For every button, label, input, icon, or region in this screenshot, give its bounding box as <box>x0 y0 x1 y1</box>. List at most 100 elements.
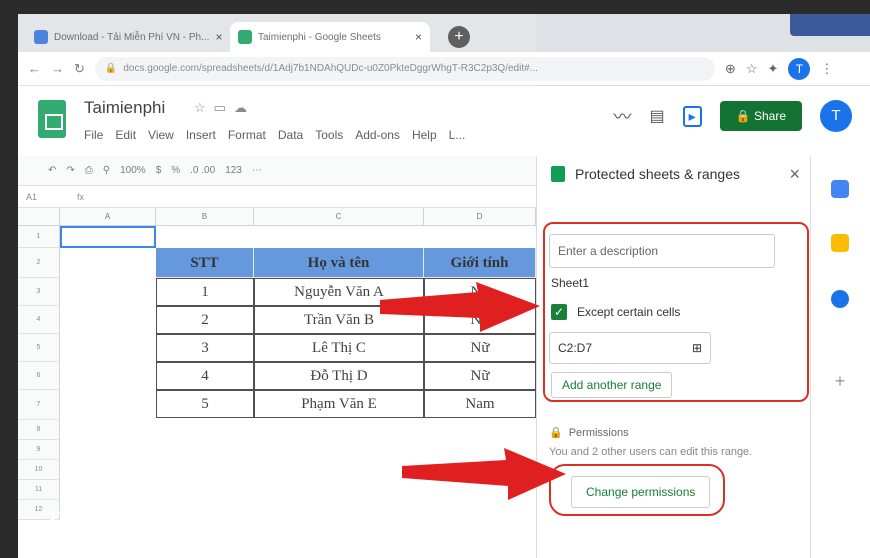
table-header-cell[interactable]: Giới tính <box>424 248 536 278</box>
zoom-select[interactable]: 100% <box>120 165 146 176</box>
table-header-cell[interactable]: STT <box>156 248 254 278</box>
row-header[interactable]: 10 <box>18 460 60 480</box>
protected-ranges-panel: Protected sheets & ranges × Enter a desc… <box>536 156 810 558</box>
sheets-favicon-icon <box>238 30 252 44</box>
share-button[interactable]: 🔒 Share <box>719 101 802 131</box>
menu-file[interactable]: File <box>84 128 103 142</box>
reload-icon[interactable]: ↻ <box>74 61 85 77</box>
selected-cell[interactable] <box>60 226 156 248</box>
table-cell[interactable]: Phạm Văn E <box>254 390 424 418</box>
table-cell[interactable]: Lê Thị C <box>254 334 424 362</box>
profile-avatar[interactable]: T <box>788 57 811 80</box>
close-icon[interactable]: × <box>789 164 800 185</box>
account-avatar[interactable]: T <box>820 100 852 132</box>
tab-favicon-icon <box>34 30 48 44</box>
formula-bar: A1 fx <box>18 186 536 208</box>
table-cell[interactable]: Trần Văn B <box>254 306 424 334</box>
table-cell[interactable]: 4 <box>156 362 254 390</box>
row-header[interactable]: 6 <box>18 362 60 390</box>
table-cell[interactable]: 2 <box>156 306 254 334</box>
menu-format[interactable]: Format <box>228 128 266 142</box>
lock-icon: 🔒 <box>549 427 563 439</box>
percent-button[interactable]: % <box>171 165 180 176</box>
undo-icon[interactable]: ↶ <box>48 165 56 176</box>
back-icon[interactable]: ← <box>28 61 41 76</box>
paint-format-icon[interactable]: ⚲ <box>103 165 110 176</box>
table-cell[interactable]: Nữ <box>424 278 536 306</box>
menu-edit[interactable]: Edit <box>115 128 136 142</box>
name-box[interactable]: A1 <box>26 192 37 202</box>
zoom-icon[interactable]: ⊕ <box>725 61 736 77</box>
table-cell[interactable]: Nữ <box>424 334 536 362</box>
highlight-box <box>543 222 809 402</box>
tab-label: Download - Tải Miễn Phí VN - Ph... <box>54 31 210 43</box>
star-icon[interactable]: ☆ <box>746 61 758 77</box>
address-bar-row: ← → ↻ 🔒 docs.google.com/spreadsheets/d/1… <box>18 52 870 86</box>
menu-tools[interactable]: Tools <box>315 128 343 142</box>
row-header[interactable]: 8 <box>18 420 60 440</box>
star-icon[interactable]: ☆ <box>194 100 214 115</box>
menu-addons[interactable]: Add-ons <box>355 128 400 142</box>
cloud-icon[interactable]: ☁ <box>234 100 255 115</box>
column-header[interactable]: C <box>254 208 424 226</box>
spreadsheet-grid[interactable]: A B C D 1 2 3 4 5 6 7 8 9 10 11 12 STT Họ và tên Giới… <box>18 208 536 538</box>
document-title[interactable]: Taimienphi <box>84 98 165 118</box>
url-field[interactable]: 🔒 docs.google.com/spreadsheets/d/1Adj7b1… <box>94 56 715 81</box>
table-cell[interactable]: Nam <box>424 390 536 418</box>
table-cell[interactable]: 5 <box>156 390 254 418</box>
row-header[interactable]: 5 <box>18 334 60 362</box>
menu-help[interactable]: Help <box>412 128 437 142</box>
extension-icon[interactable]: ✦ <box>767 61 778 77</box>
menu-view[interactable]: View <box>148 128 174 142</box>
tab-sheets[interactable]: Taimienphi - Google Sheets × <box>230 22 430 52</box>
corner-cell[interactable] <box>18 208 60 226</box>
tasks-icon[interactable] <box>831 290 849 308</box>
tab-download[interactable]: Download - Tải Miễn Phí VN - Ph... × <box>26 22 226 52</box>
browser-window: Download - Tải Miễn Phí VN - Ph... × Tai… <box>18 14 870 558</box>
sheets-header: Taimienphi ☆▭☁ File Edit View Insert For… <box>18 86 870 156</box>
row-header[interactable]: 7 <box>18 390 60 420</box>
row-header[interactable]: 4 <box>18 306 60 334</box>
column-header[interactable]: D <box>424 208 536 226</box>
redo-icon[interactable]: ↷ <box>66 165 74 176</box>
table-cell[interactable]: Nữ <box>424 306 536 334</box>
row-header[interactable]: 3 <box>18 278 60 306</box>
row-header[interactable]: 11 <box>18 480 60 500</box>
permissions-text: You and 2 other users can edit this rang… <box>549 446 753 458</box>
sheets-icon <box>551 166 565 182</box>
new-tab-button[interactable]: + <box>448 26 470 48</box>
folder-icon[interactable]: ▭ <box>214 100 234 115</box>
table-cell[interactable]: 3 <box>156 334 254 362</box>
lock-icon: 🔒 <box>735 109 754 123</box>
menu-data[interactable]: Data <box>278 128 303 142</box>
close-icon[interactable]: × <box>215 30 222 44</box>
add-icon[interactable]: + <box>831 372 849 390</box>
format-select[interactable]: 123 <box>225 165 242 176</box>
comments-icon[interactable]: ▤ <box>650 106 665 126</box>
table-cell[interactable]: Nữ <box>424 362 536 390</box>
more-icon[interactable]: ⋯ <box>252 165 262 176</box>
keep-icon[interactable] <box>831 234 849 252</box>
menu-icon[interactable]: ⋮ <box>820 61 833 77</box>
menu-insert[interactable]: Insert <box>186 128 216 142</box>
row-header[interactable]: 9 <box>18 440 60 460</box>
row-header[interactable]: 2 <box>18 248 60 278</box>
column-header[interactable]: B <box>156 208 254 226</box>
decimals-buttons[interactable]: .0 .00 <box>190 165 215 176</box>
currency-button[interactable]: $ <box>156 165 162 176</box>
table-cell[interactable]: 1 <box>156 278 254 306</box>
close-icon[interactable]: × <box>415 30 422 44</box>
forward-icon[interactable]: → <box>51 61 64 76</box>
window-controls[interactable] <box>790 14 870 36</box>
calendar-icon[interactable] <box>831 180 849 198</box>
table-header-cell[interactable]: Họ và tên <box>254 248 424 278</box>
row-header[interactable]: 1 <box>18 226 60 248</box>
table-cell[interactable]: Đỗ Thị D <box>254 362 424 390</box>
column-header[interactable]: A <box>60 208 156 226</box>
menu-last-edit[interactable]: L... <box>449 128 466 142</box>
print-icon[interactable]: ⎙ <box>85 165 93 176</box>
sheets-logo-icon[interactable] <box>38 100 66 138</box>
table-cell[interactable]: Nguyễn Văn A <box>254 278 424 306</box>
activity-icon[interactable]: 〰 <box>614 103 632 129</box>
present-icon[interactable]: ▸ <box>682 105 702 127</box>
